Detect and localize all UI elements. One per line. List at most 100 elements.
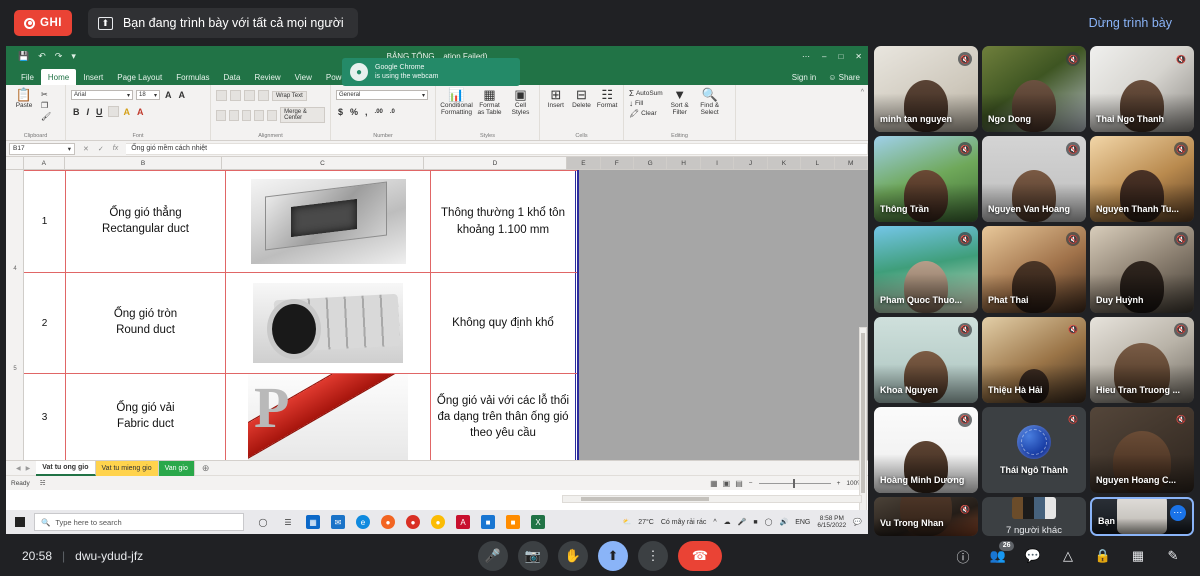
decrease-indent-icon[interactable] [254,109,265,121]
align-left-icon[interactable] [216,109,226,121]
stop-presenting-button[interactable]: Dừng trình bày [1075,10,1186,36]
column-header-h[interactable]: H [667,157,701,169]
notification-center-icon[interactable]: 💬 [853,518,862,526]
mail-icon[interactable]: ✉ [331,515,345,529]
fill-button[interactable]: ↓ Fill [629,100,663,108]
column-header-m[interactable]: M [834,157,868,169]
cell-b-row1[interactable]: Ống gió thẳng Rectangular duct [66,171,226,272]
windows-search-box[interactable]: 🔍 Type here to search [34,513,244,531]
unknown-blue-icon[interactable]: ■ [481,515,495,529]
spreadsheet-grid[interactable]: A B C D E F G H I J K L M 4 5 1 Ống gió … [6,157,868,534]
ribbon-group-font[interactable]: Arial ▾ 18 ▾ A A B I U A A Font [66,85,211,140]
cancel-edit-icon[interactable]: ✕ [83,145,89,153]
start-button[interactable] [6,517,34,527]
ribbon-tab-file[interactable]: File [14,70,41,85]
undo-icon[interactable]: ↶ [38,51,46,62]
participant-tile-1[interactable]: 🔇 Ngo Dong [982,46,1086,133]
participant-tile-8[interactable]: 🔇 Duy Huỳnh [1090,226,1194,313]
borders-icon[interactable] [107,106,119,117]
increase-decimal-button[interactable]: .00 [373,109,385,115]
italic-button[interactable]: I [85,107,92,117]
name-box[interactable]: B17 ▾ [9,142,75,155]
save-icon[interactable]: 💾 [18,51,29,62]
cell-c-row2[interactable] [226,273,431,373]
cell-d-row1[interactable]: Thông thường 1 khổ tôn khoảng 1.100 mm [431,171,576,272]
normal-view-icon[interactable]: ▦ [710,479,718,488]
system-tray[interactable]: ⛅ 27°C Có mây rải rác ^ ☁ 🎤 ■ ◯ 🔊 ENG 8:… [623,515,869,530]
meeting-side-controls[interactable]: ⓘ 👥 26 💬 △ 🔒 ▦ ✎ [954,541,1200,565]
people-icon[interactable]: 👥 26 [989,541,1014,565]
zoom-slider[interactable] [758,478,831,488]
cell-d-row3[interactable]: Ống gió vải với các lỗ thổi đa dạng trên… [431,374,576,460]
close-icon[interactable]: ✕ [855,52,862,61]
language-indicator[interactable]: ENG [795,519,810,526]
cell-styles-button[interactable]: ▣ Cell Styles [507,88,534,117]
ribbon-tab-page-layout[interactable]: Page Layout [110,70,169,85]
sheet-tab-van-gio[interactable]: Van gio [158,460,195,476]
increase-indent-icon[interactable] [267,109,278,121]
battery-icon[interactable]: ■ [753,519,757,526]
page-break-view-icon[interactable]: ▤ [735,479,743,488]
participant-tile-5[interactable]: 🔇 Nguyen Thanh Tu... [1090,136,1194,223]
cell-b-row2[interactable]: Ống gió tròn Round duct [66,273,226,373]
column-header-j[interactable]: J [734,157,768,169]
customize-qat-icon[interactable]: ▾ [71,51,76,62]
number-format-select[interactable]: General ▾ [336,90,428,100]
participant-tile-12[interactable]: 🔇 Hoàng Minh Dương [874,406,978,493]
sheet-tab-vat-tu-mieng-gio[interactable]: Vat tu mieng gio [95,460,159,476]
excel-icon[interactable]: X [531,515,545,529]
row-header-4[interactable]: 4 [6,266,24,272]
comma-format-button[interactable]: , [363,107,370,117]
ribbon-tab-data[interactable]: Data [217,70,248,85]
taskbar-apps[interactable]: ◯ ☰ ▦ ✉ e ● ● ● A ■ ■ X [256,515,545,529]
participant-tile-14[interactable]: 🔇 Nguyen Hoang C... [1090,406,1194,493]
meeting-controls[interactable]: 🎤 📷 ✋ ⬆ ⋮ ☎ [478,541,722,571]
merge-center-button[interactable]: Merge & Center [280,107,325,123]
delete-cells-button[interactable]: ⊟ Delete [571,88,593,109]
participant-tile-15[interactable]: 🔇 Vu Trong Nhan [874,496,978,536]
window-buttons[interactable]: ⋯ – □ ✕ [802,52,862,61]
column-header-g[interactable]: G [634,157,668,169]
horizontal-scrollbar[interactable] [562,495,862,503]
column-header-d[interactable]: D [424,157,568,169]
format-painter-icon[interactable]: 🖌 [41,112,51,121]
percent-format-button[interactable]: % [348,107,360,117]
unused-grid-area[interactable] [577,170,868,460]
cell-a-row2[interactable]: 2 [24,273,66,373]
chrome-icon[interactable]: ● [431,515,445,529]
weather-icon[interactable]: ⛅ [623,518,632,526]
paste-button[interactable]: 📋 Paste [11,88,37,109]
align-bottom-icon[interactable] [244,90,255,101]
accessibility-icon[interactable]: ☵ [40,479,46,487]
participant-tile-2[interactable]: 🔇 Thai Ngo Thanh [1090,46,1194,133]
sheet-tab-bar[interactable]: ◀ ▶ Vat tu ong gio Vat tu mieng gio Van g… [6,460,868,476]
ribbon-group-number[interactable]: General ▾ $ % , .00 .0 Number [331,85,436,140]
zoom-in-button[interactable]: + [837,480,841,487]
ribbon-group-editing[interactable]: Σ AutoSum ↓ Fill 🖍 Clear ▼ Sort & Filter 🔍 … [624,85,736,140]
cut-icon[interactable]: ✂ [41,90,51,99]
meeting-details-icon[interactable]: ⓘ [954,547,972,565]
minimize-icon[interactable]: – [822,52,826,61]
format-cells-button[interactable]: ☷ Format [596,88,618,109]
align-middle-icon[interactable] [230,90,241,101]
task-view-icon[interactable]: ☰ [281,515,295,529]
insert-function-icon[interactable]: fx [113,145,118,153]
bold-button[interactable]: B [71,107,82,117]
wrap-text-button[interactable]: Wrap Text [272,90,307,101]
self-view-options-icon[interactable]: ⋯ [1170,504,1186,521]
other-participants-tile[interactable]: 7 người khác [982,496,1086,536]
layout-grid-icon[interactable]: ▦ [1129,547,1147,565]
unknown-red-icon[interactable]: ● [406,515,420,529]
column-header-i[interactable]: I [700,157,735,169]
share-button[interactable]: ☺ ClipboardShare [828,73,860,82]
chat-icon[interactable]: 💬 [1024,547,1042,565]
confirm-edit-icon[interactable]: ✓ [98,145,104,153]
insert-cells-button[interactable]: ⊞ Insert [545,88,567,109]
sign-in-button[interactable]: Sign in [792,73,816,82]
sort-filter-button[interactable]: ▼ Sort & Filter [667,88,693,117]
fill-color-button[interactable]: A [122,107,133,117]
column-header-a[interactable]: A [24,157,65,169]
recording-indicator[interactable]: GHI [14,10,72,36]
conditional-formatting-button[interactable]: 📊 Conditional Formatting [440,88,473,117]
page-layout-view-icon[interactable]: ▣ [723,479,731,488]
